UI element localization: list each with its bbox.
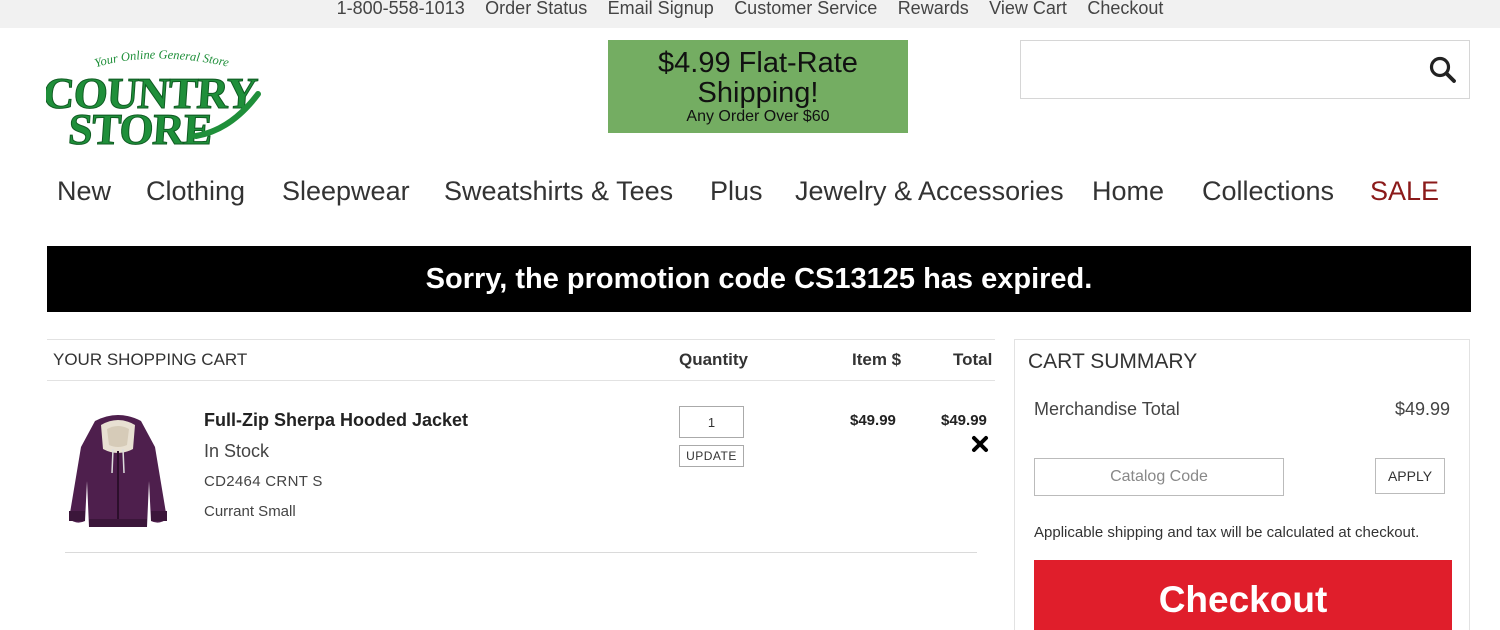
svg-text:Your Online General Store: Your Online General Store [93, 50, 231, 70]
nav-item-sleepwear[interactable]: Sleepwear [282, 173, 410, 209]
quantity-input[interactable] [679, 406, 744, 438]
apply-button[interactable]: APPLY [1375, 458, 1445, 494]
product-image[interactable] [63, 407, 173, 533]
search-icon[interactable] [1428, 55, 1458, 85]
nav-item-home[interactable]: Home [1092, 173, 1164, 209]
checkout-link[interactable]: Checkout [1087, 0, 1163, 20]
line-total: $49.99 [941, 412, 987, 429]
nav-item-plus[interactable]: Plus [710, 173, 763, 209]
shipping-tax-note: Applicable shipping and tax will be calc… [1034, 524, 1420, 541]
checkout-button[interactable]: Checkout [1034, 560, 1452, 630]
logo-tagline: Your Online General Store [93, 47, 231, 70]
cart-title: YOUR SHOPPING CART [53, 350, 248, 369]
update-button[interactable]: UPDATE [679, 445, 744, 467]
rewards-link[interactable]: Rewards [898, 0, 969, 20]
item-price: $49.99 [850, 412, 896, 429]
nav-item-sweatshirts-tees[interactable]: Sweatshirts & Tees [444, 173, 673, 209]
nav-item-sale[interactable]: SALE [1370, 173, 1439, 209]
view-cart-link[interactable]: View Cart [989, 0, 1067, 20]
column-quantity: Quantity [679, 350, 748, 369]
cart-divider [65, 552, 977, 553]
country-store-logo[interactable]: Your Online General Store COUNTRY STORE [41, 47, 264, 154]
promo-line-3: Any Order Over $60 [686, 108, 830, 125]
merchandise-total-label: Merchandise Total [1034, 399, 1180, 419]
promo-expired-alert: Sorry, the promotion code CS13125 has ex… [47, 246, 1471, 312]
search-input[interactable] [1029, 49, 1419, 91]
email-signup-link[interactable]: Email Signup [608, 0, 714, 20]
product-sku: CD2464 CRNT S [204, 473, 323, 490]
cart-summary: CART SUMMARY Merchandise Total $49.99 AP… [1014, 339, 1470, 630]
order-status-link[interactable]: Order Status [485, 0, 587, 20]
phone-link[interactable]: 1-800-558-1013 [337, 0, 465, 20]
shopping-cart: YOUR SHOPPING CART Quantity Item $ Total [47, 339, 995, 554]
logo-graphic: Your Online General Store COUNTRY STORE [41, 47, 261, 154]
logo-line2: STORE [67, 105, 214, 154]
product-variant: Currant Small [204, 503, 296, 520]
top-links: 1-800-558-1013 Order Status Email Signup… [0, 0, 1500, 20]
nav-item-jewelry-accessories[interactable]: Jewelry & Accessories [795, 173, 1064, 209]
column-total: Total [953, 350, 993, 369]
nav-item-new[interactable]: New [57, 173, 111, 209]
remove-item-icon[interactable] [971, 435, 989, 453]
merchandise-total-value: $49.99 [1394, 399, 1450, 419]
catalog-code-input[interactable] [1034, 458, 1284, 496]
nav-item-collections[interactable]: Collections [1202, 173, 1334, 209]
product-name[interactable]: Full-Zip Sherpa Hooded Jacket [204, 410, 468, 431]
promo-line-2: Shipping! [697, 77, 819, 109]
customer-service-link[interactable]: Customer Service [734, 0, 877, 20]
cart-header: YOUR SHOPPING CART Quantity Item $ Total [47, 339, 995, 381]
shipping-promo-banner[interactable]: $4.99 Flat-Rate Shipping! Any Order Over… [608, 40, 908, 133]
nav-item-clothing[interactable]: Clothing [146, 173, 245, 209]
summary-title: CART SUMMARY [1028, 350, 1198, 373]
stock-status: In Stock [204, 441, 270, 461]
search-box [1020, 40, 1470, 99]
promo-line-1: $4.99 Flat-Rate [658, 47, 858, 79]
top-utility-bar: 1-800-558-1013 Order Status Email Signup… [0, 0, 1500, 28]
column-item-price: Item $ [852, 350, 902, 369]
